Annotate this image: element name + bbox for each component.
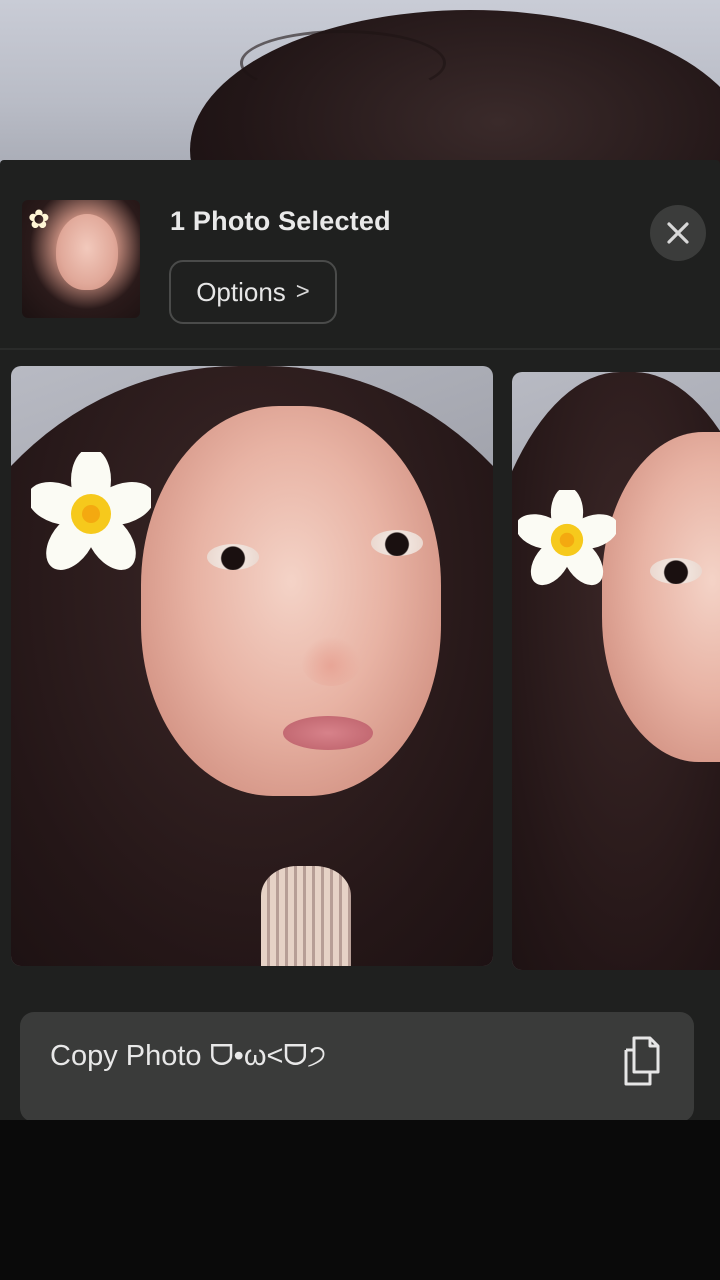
thumbnail-face	[56, 214, 118, 290]
flower-icon	[518, 490, 616, 586]
preview-nose	[301, 636, 361, 686]
background-photo	[0, 0, 720, 170]
options-button[interactable]: Options >	[169, 260, 337, 324]
close-icon	[667, 222, 689, 244]
share-screen: ✿ 1 Photo Selected Options > Copy Photo …	[0, 0, 720, 1280]
preview-left-eye	[207, 544, 259, 570]
photo-preview-main[interactable]	[11, 366, 493, 966]
preview-right-eye	[371, 530, 423, 556]
preview-eye	[650, 558, 702, 584]
share-sheet-header: ✿ 1 Photo Selected Options >	[0, 160, 720, 348]
close-button[interactable]	[650, 205, 706, 261]
photo-preview-strip[interactable]	[0, 360, 720, 976]
header-divider	[0, 348, 720, 350]
share-sheet: ✿ 1 Photo Selected Options > Copy Photo …	[0, 160, 720, 1122]
flower-icon	[31, 452, 151, 570]
photo-preview-next[interactable]	[512, 372, 720, 970]
selected-photo-thumbnail: ✿	[22, 200, 140, 318]
bottom-bar	[0, 1120, 720, 1280]
flower-icon: ✿	[28, 204, 50, 234]
copy-photo-label: Copy Photo ᗜ•ω<ᗜ੭	[50, 1040, 327, 1072]
copy-icon	[624, 1036, 660, 1086]
preview-lips	[283, 716, 373, 750]
chevron-right-icon: >	[295, 278, 310, 305]
options-label: Options	[196, 276, 286, 307]
background-hair	[190, 10, 720, 170]
background-hair-strand	[240, 30, 446, 96]
preview-shirt	[261, 866, 351, 966]
selection-title: 1 Photo Selected	[170, 206, 391, 236]
copy-photo-button[interactable]: Copy Photo ᗜ•ω<ᗜ੭	[20, 1012, 694, 1122]
